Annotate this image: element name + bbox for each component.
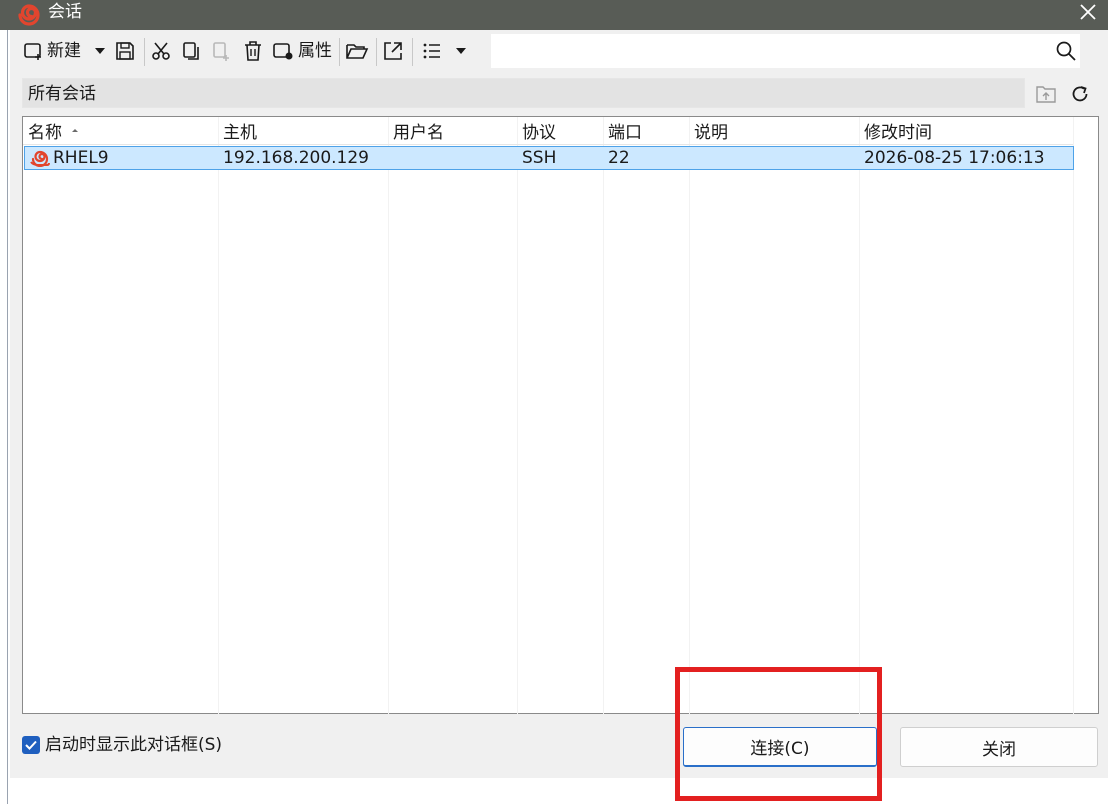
cell-description xyxy=(690,147,860,169)
column-header-label: 端口 xyxy=(608,123,642,143)
save-button[interactable] xyxy=(114,38,136,64)
column-header-description[interactable]: 说明 xyxy=(689,117,859,144)
window-title: 会话 xyxy=(48,2,82,22)
background-window-edge xyxy=(0,30,10,804)
column-divider xyxy=(603,117,604,714)
new-session-button[interactable]: 新建 xyxy=(23,38,81,64)
external-link-icon xyxy=(384,42,402,60)
table-row[interactable]: RHEL9 192.168.200.129 SSH 22 2026-08-25 … xyxy=(24,146,1074,170)
column-header-label: 说明 xyxy=(694,123,728,143)
column-divider xyxy=(388,117,389,714)
session-port: 22 xyxy=(608,148,630,168)
paste-icon xyxy=(213,42,229,61)
copy-button[interactable] xyxy=(180,38,202,64)
save-icon xyxy=(116,42,134,60)
session-path-bar[interactable]: 所有会话 xyxy=(22,78,1025,108)
column-divider xyxy=(218,117,219,714)
folder-up-icon xyxy=(1036,86,1056,103)
cell-name: RHEL9 xyxy=(25,147,219,169)
cell-user xyxy=(389,147,518,169)
toolbar-separator xyxy=(339,38,340,66)
window-close-button[interactable] xyxy=(1074,0,1102,24)
column-header-protocol[interactable]: 协议 xyxy=(517,117,603,144)
scissors-icon xyxy=(152,42,170,60)
column-header-name[interactable]: 名称 xyxy=(23,117,218,144)
paste-button[interactable] xyxy=(210,38,232,64)
column-divider xyxy=(1073,117,1074,714)
properties-icon xyxy=(273,43,293,60)
toolbar-separator xyxy=(376,38,377,66)
checkbox-box[interactable] xyxy=(22,736,40,754)
chevron-down-icon xyxy=(95,48,105,54)
properties-button[interactable]: 属性 xyxy=(272,38,332,64)
cell-modified: 2026-08-25 17:06:13 xyxy=(860,147,1074,169)
column-header-label: 主机 xyxy=(223,123,257,143)
column-divider xyxy=(517,117,518,714)
toolbar-separator xyxy=(412,38,413,66)
title-bar: 会话 xyxy=(0,0,1108,30)
new-session-label: 新建 xyxy=(47,41,81,61)
open-folder-button[interactable] xyxy=(345,38,369,64)
show-on-startup-checkbox[interactable]: 启动时显示此对话框(S) xyxy=(22,734,222,756)
app-logo-icon xyxy=(18,4,40,26)
column-header-label: 用户名 xyxy=(393,123,444,143)
connect-button[interactable]: 连接(C) xyxy=(683,727,877,767)
folder-open-icon xyxy=(346,44,369,59)
view-mode-button[interactable] xyxy=(421,38,443,64)
refresh-icon xyxy=(1072,86,1088,102)
column-header-user[interactable]: 用户名 xyxy=(388,117,517,144)
column-header-label: 名称 xyxy=(28,123,62,143)
chevron-down-icon xyxy=(456,48,466,54)
new-session-dropdown[interactable] xyxy=(94,38,106,64)
session-name: RHEL9 xyxy=(53,148,109,168)
close-icon xyxy=(1080,4,1096,20)
checkmark-icon xyxy=(25,740,37,750)
session-modified: 2026-08-25 17:06:13 xyxy=(864,148,1045,168)
properties-label: 属性 xyxy=(298,41,332,61)
column-header-label: 协议 xyxy=(522,123,556,143)
session-list[interactable]: 名称 主机 用户名 协议 端口 说明 修改时间 RHEL9 192.168.20… xyxy=(22,116,1099,714)
cut-button[interactable] xyxy=(150,38,172,64)
toolbar-separator xyxy=(144,38,145,66)
list-view-icon xyxy=(423,43,440,59)
column-header-label: 修改时间 xyxy=(864,123,932,143)
delete-button[interactable] xyxy=(242,38,264,64)
search-input[interactable] xyxy=(491,34,1041,68)
trash-icon xyxy=(245,41,261,61)
copy-icon xyxy=(183,42,199,60)
column-divider xyxy=(689,117,690,714)
refresh-button[interactable] xyxy=(1068,82,1092,106)
search-icon[interactable] xyxy=(1055,40,1077,62)
column-divider xyxy=(859,117,860,714)
column-header-host[interactable]: 主机 xyxy=(218,117,388,144)
open-external-button[interactable] xyxy=(382,38,404,64)
header-divider xyxy=(23,144,1073,145)
parent-folder-button[interactable] xyxy=(1034,82,1058,106)
session-path-label: 所有会话 xyxy=(28,84,96,104)
new-session-icon xyxy=(24,43,41,60)
view-mode-dropdown[interactable] xyxy=(455,38,467,64)
close-button[interactable]: 关闭 xyxy=(900,727,1098,767)
cell-host: 192.168.200.129 xyxy=(219,147,389,169)
search-box xyxy=(491,34,1080,68)
show-on-startup-label: 启动时显示此对话框(S) xyxy=(45,735,223,755)
session-protocol: SSH xyxy=(522,148,557,168)
column-header-modified[interactable]: 修改时间 xyxy=(859,117,1073,144)
sort-ascending-icon xyxy=(72,128,78,132)
cell-protocol: SSH xyxy=(518,147,604,169)
session-icon xyxy=(30,150,50,167)
cell-port: 22 xyxy=(604,147,690,169)
session-host: 192.168.200.129 xyxy=(223,148,370,168)
column-header-port[interactable]: 端口 xyxy=(603,117,689,144)
